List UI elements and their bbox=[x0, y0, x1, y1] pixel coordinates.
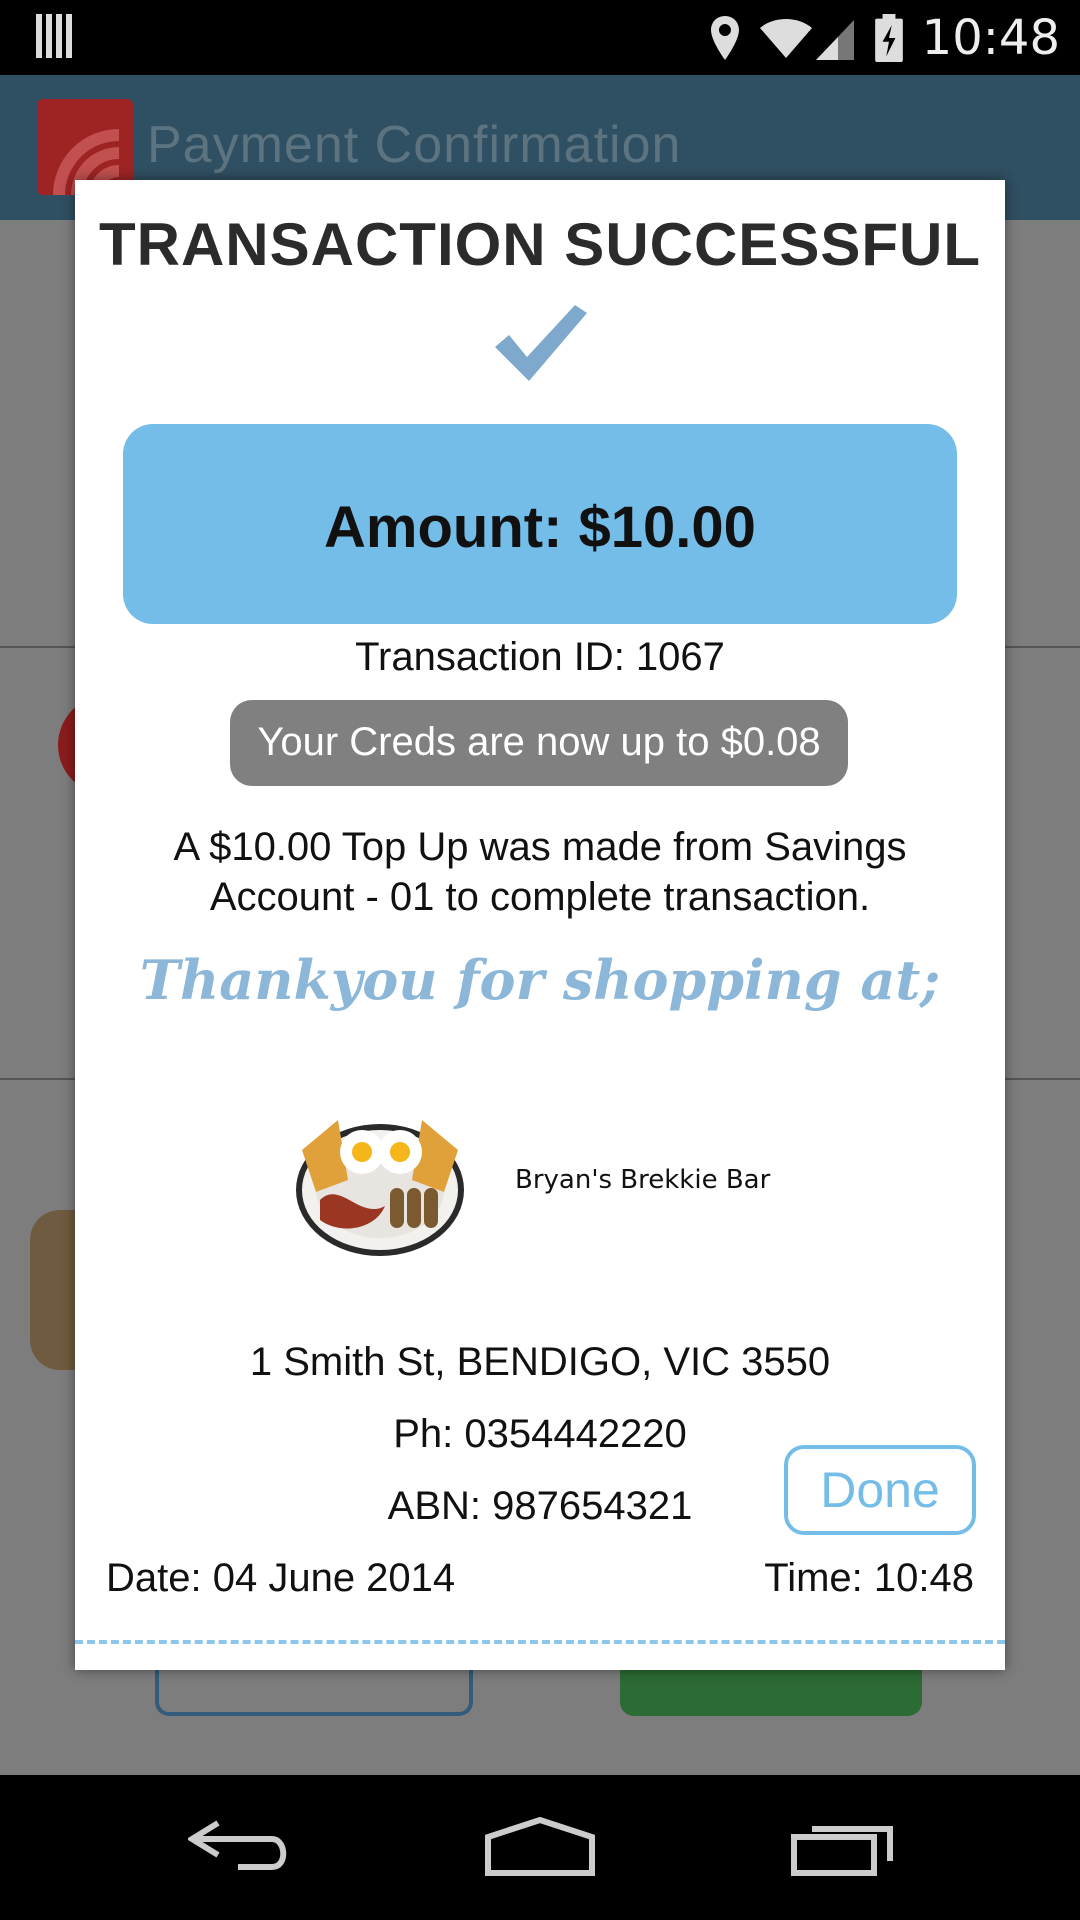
transaction-dialog: TRANSACTION SUCCESSFUL Amount: $10.00 Tr… bbox=[75, 180, 1005, 1670]
page-title: Payment Confirmation bbox=[147, 116, 682, 174]
merchant-name: Bryan's Brekkie Bar bbox=[515, 1165, 771, 1195]
merchant-address: 1 Smith St, BENDIGO, VIC 3550 bbox=[249, 1340, 831, 1384]
back-icon[interactable] bbox=[188, 1817, 292, 1877]
navigation-bar bbox=[0, 1775, 1080, 1920]
transaction-date: Date: 04 June 2014 bbox=[106, 1556, 456, 1600]
thankyou-heading: Thankyou for shopping at; bbox=[139, 948, 941, 1012]
recent-apps-icon[interactable] bbox=[790, 1817, 896, 1877]
topup-message: A $10.00 Top Up was made from Savings Ac… bbox=[115, 822, 965, 922]
topup-line-2: Account - 01 to complete transaction. bbox=[209, 875, 871, 919]
creds-badge: Your Creds are now up to $0.08 bbox=[230, 700, 848, 786]
location-icon bbox=[710, 16, 739, 60]
checkmark-icon bbox=[495, 305, 587, 381]
barcode-icon bbox=[36, 14, 72, 58]
topup-line-1: A $10.00 Top Up was made from Savings bbox=[173, 825, 907, 869]
home-icon[interactable] bbox=[484, 1817, 596, 1877]
transaction-time: Time: 10:48 bbox=[764, 1556, 974, 1600]
wifi-icon bbox=[759, 19, 812, 58]
amount-box: Amount: $10.00 bbox=[123, 424, 957, 624]
amount-text: Amount: $10.00 bbox=[324, 495, 756, 560]
transaction-id: Transaction ID: 1067 bbox=[355, 635, 725, 679]
status-icons: 10:48 bbox=[692, 8, 1060, 68]
signal-icon bbox=[815, 20, 854, 60]
receipt-divider bbox=[75, 1640, 1005, 1644]
dialog-title: TRANSACTION SUCCESSFUL bbox=[98, 211, 981, 278]
status-bar: 10:48 bbox=[0, 0, 1080, 75]
merchant-logo bbox=[296, 1120, 464, 1256]
battery-charging-icon bbox=[874, 14, 903, 62]
status-clock: 10:48 bbox=[921, 10, 1060, 66]
done-button[interactable]: Done bbox=[784, 1445, 976, 1535]
creds-text: Your Creds are now up to $0.08 bbox=[257, 720, 821, 764]
